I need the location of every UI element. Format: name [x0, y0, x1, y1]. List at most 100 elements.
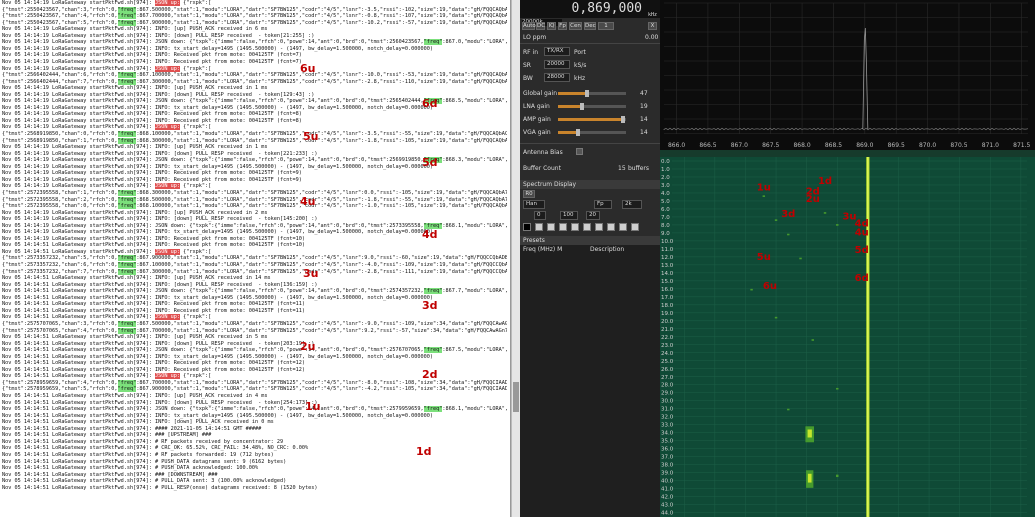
spectrum-x-tick: 870.0 [919, 142, 936, 149]
bw-input[interactable]: 28000 [544, 73, 570, 82]
zoom-icon[interactable] [595, 223, 603, 231]
waterfall-y-tick: 2.0 [661, 175, 670, 181]
ref-b-input[interactable]: 100 [560, 211, 578, 220]
presets-header[interactable]: Presets [520, 236, 660, 245]
waterfall-y-tick: 9.0 [661, 231, 670, 237]
lo-ppm-value[interactable]: 0.00 [645, 34, 658, 41]
antenna-bias-checkbox[interactable] [576, 148, 583, 155]
spectrum-x-tick: 868.0 [793, 142, 810, 149]
waterfall-y-tick: 30.0 [661, 399, 674, 405]
waterfall-burst [774, 316, 778, 319]
auto-button[interactable]: Auto [522, 22, 536, 30]
presets-col-freq[interactable]: Freq (MHz) M [523, 246, 562, 253]
gain-slider[interactable] [558, 90, 626, 97]
waterfall-y-tick: 22.0 [661, 335, 674, 341]
average-icon[interactable] [571, 223, 579, 231]
iq-button[interactable]: IQ [547, 22, 556, 30]
waterfall-plot[interactable]: 0.0 1.0 2.0 3.0 4.0 5.0 6.0 7.0 8.0 9.0 10.0 11.0 12… [660, 157, 1035, 517]
cen-button[interactable]: Cen [569, 22, 582, 30]
waterfall-carrier-core [867, 157, 869, 517]
peak-hold-icon[interactable] [559, 223, 567, 231]
spectrum-x-tick: 867.5 [762, 142, 779, 149]
waterfall-burst [787, 408, 790, 411]
ref-c-input[interactable]: 20 [586, 211, 600, 220]
ref-a-input[interactable]: 0 [534, 211, 546, 220]
log-annotation: 4d [422, 228, 438, 241]
gain-slider-knob[interactable] [620, 116, 625, 123]
gain-value: 14 [640, 116, 648, 123]
rf-in-select[interactable]: TX/RX [544, 47, 570, 56]
fps-select[interactable]: Fp [594, 200, 612, 209]
waterfall-y-tick: 44.0 [661, 511, 674, 517]
waterfall-burst [836, 474, 839, 478]
fft-select[interactable]: 2k [622, 200, 642, 209]
gain-slider-knob[interactable] [579, 103, 584, 110]
waterfall-icon[interactable] [535, 223, 543, 231]
gain-value: 14 [640, 129, 648, 136]
spectrum-plot[interactable]: 866.0 866.5 867.0 867.5 868.0 868.5 869.0 869.5… [660, 0, 1035, 150]
fp-button[interactable]: Fp [558, 22, 567, 30]
sr-input[interactable]: 20000 [544, 60, 570, 69]
gain-slider[interactable] [558, 129, 626, 136]
port-label: Port [574, 49, 586, 56]
spectrum-x-tick: 869.5 [888, 142, 905, 149]
pen-icon[interactable] [607, 223, 615, 231]
gain-value: 47 [640, 90, 648, 97]
buffer-count-value[interactable]: 15 [618, 165, 626, 172]
waterfall-y-tick: 34.0 [661, 431, 674, 437]
waterfall-y-tick: 4.0 [661, 191, 670, 197]
waterfall-y-tick: 25.0 [661, 359, 674, 365]
waterfall-burst [774, 219, 778, 221]
settings-icon[interactable] [631, 223, 639, 231]
waterfall-burst [836, 387, 839, 390]
window-select[interactable]: Han [523, 200, 545, 209]
gain-slider-knob[interactable] [576, 129, 581, 136]
gain-slider-fill [558, 118, 623, 121]
dc-button[interactable]: DC [536, 22, 545, 30]
close-button[interactable]: X [648, 22, 657, 30]
gain-value: 19 [640, 103, 648, 110]
waterfall-label: 1u [757, 183, 771, 194]
gain-slider-knob[interactable] [584, 90, 589, 97]
waterfall-y-tick: 7.0 [661, 215, 670, 221]
terminal-scrollbar[interactable] [511, 0, 520, 517]
waterfall-y-tick: 43.0 [661, 503, 674, 509]
spectrum-x-tick: 871.0 [982, 142, 999, 149]
waterfall-y-tick: 33.0 [661, 423, 674, 429]
spectrum-display-header[interactable]: Spectrum Display [520, 180, 660, 189]
presets-col-desc[interactable]: Description [590, 246, 624, 253]
sdr-control-panel: 0,869,000 kHz 20000k Auto DC IQ Fp Cen D… [520, 0, 660, 517]
spectrum-x-tick: 870.5 [950, 142, 967, 149]
color-swatch-icon[interactable] [523, 223, 531, 231]
gain-slider[interactable] [558, 116, 626, 123]
gain-slider[interactable] [558, 103, 626, 110]
gain-label: Global gain [523, 90, 558, 97]
display-tab[interactable]: R0 [523, 190, 535, 198]
waterfall-y-tick: 26.0 [661, 367, 674, 373]
waterfall-burst-core [807, 429, 812, 438]
waterfall-burst [787, 233, 790, 236]
buffer-unit: buffers [628, 165, 650, 172]
frequency-display[interactable]: 0,869,000 kHz [520, 0, 660, 18]
waterfall-y-tick: 41.0 [661, 487, 674, 493]
waterfall-y-tick: 1.0 [661, 167, 670, 173]
marker-icon[interactable] [583, 223, 591, 231]
waterfall-label: 5d [855, 245, 869, 256]
waterfall-burst-core [807, 473, 812, 483]
bw-label: BW [523, 75, 533, 82]
spectrum-icon[interactable] [547, 223, 555, 231]
log-annotation: 4u [300, 195, 316, 208]
waterfall-label: 5u [757, 252, 771, 263]
spectrum-x-tick: 866.5 [699, 142, 716, 149]
antenna-bias-label: Antenna Bias [523, 149, 563, 156]
waterfall-y-tick: 13.0 [661, 263, 674, 269]
gain-label: AMP gain [523, 116, 551, 123]
waterfall-y-tick: 18.0 [661, 303, 674, 309]
scroll-thumb[interactable] [513, 382, 519, 412]
waterfall-y-tick: 10.0 [661, 239, 674, 245]
waterfall-y-tick: 0.0 [661, 159, 670, 165]
presets-list[interactable] [520, 245, 660, 517]
save-icon[interactable] [619, 223, 627, 231]
log-annotation: 3d [422, 299, 438, 312]
dec-select[interactable]: 1 [598, 22, 614, 30]
